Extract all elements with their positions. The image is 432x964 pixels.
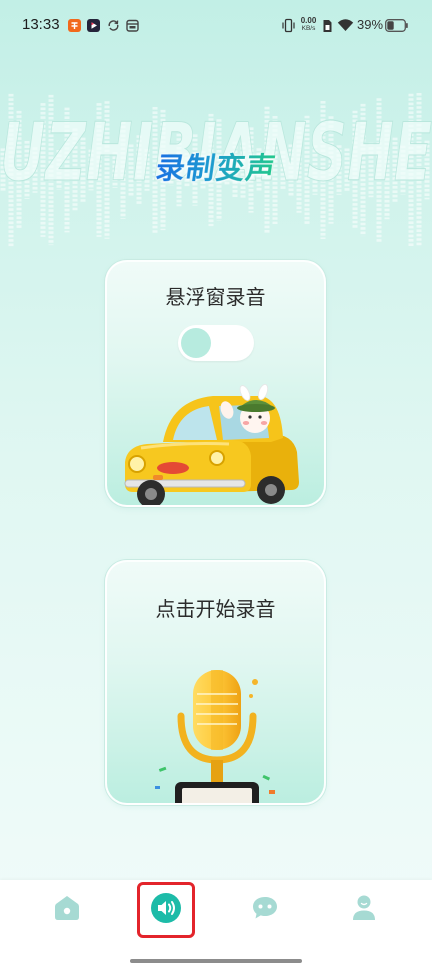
highlight-box-annotation: [137, 882, 195, 938]
battery-icon: [385, 19, 408, 32]
start-recording-card[interactable]: 点击开始录音: [105, 560, 326, 805]
toggle-knob: [181, 328, 211, 358]
network-speed-value: 0.00: [300, 16, 317, 25]
sim-card-icon: [323, 20, 332, 32]
floating-window-recording-label: 悬浮窗录音: [165, 285, 266, 309]
floating-window-toggle[interactable]: [178, 325, 254, 361]
status-bar: 13:33 0.00 KB/s 39%: [0, 0, 432, 48]
sync-icon: [108, 20, 119, 31]
microphone-base: [175, 782, 259, 803]
status-time: 13:33: [22, 16, 60, 33]
network-speed: 0.00 KB/s: [297, 16, 320, 33]
video-app-icon: [87, 19, 100, 32]
wifi-icon: [337, 19, 354, 31]
nav-item-profile[interactable]: [344, 888, 384, 928]
page-title: 录制变声: [0, 149, 432, 187]
nav-item-home[interactable]: [47, 888, 87, 928]
home-indicator: [130, 959, 302, 963]
start-recording-label: 点击开始录音: [155, 597, 276, 621]
vibrate-icon: [282, 18, 295, 33]
floating-window-recording-card: 悬浮窗录音: [105, 260, 326, 507]
page-title-text: 录制变声: [153, 151, 279, 185]
bottom-navigation: [0, 880, 432, 964]
yellow-car-icon: [124, 384, 299, 505]
nav-item-chat[interactable]: [245, 888, 285, 928]
chat-icon[interactable]: [245, 888, 285, 928]
microphone-head: [193, 670, 241, 750]
battery-percent: 39%: [357, 17, 384, 32]
microphone-icon[interactable]: [153, 664, 283, 804]
calendar-icon: [126, 19, 139, 32]
home-icon[interactable]: [47, 888, 87, 928]
profile-icon[interactable]: [344, 888, 384, 928]
orange-app-icon: [68, 19, 81, 32]
network-speed-unit: KB/s: [301, 25, 316, 32]
